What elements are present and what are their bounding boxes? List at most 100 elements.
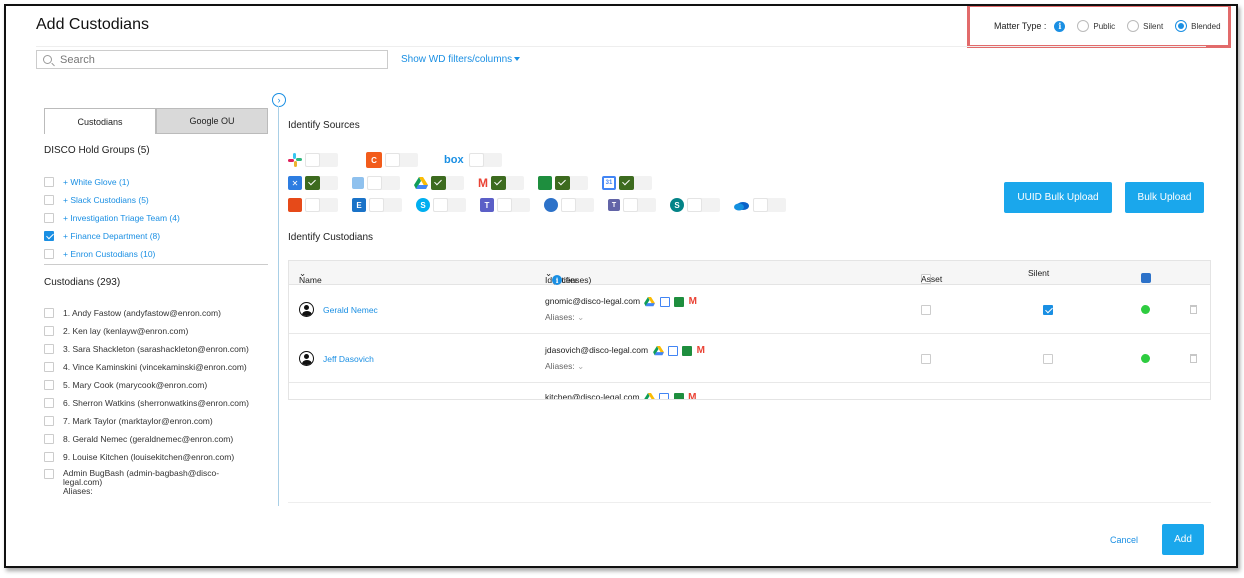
checkbox[interactable] xyxy=(44,177,54,187)
source-toggle-on[interactable] xyxy=(491,176,524,190)
list-item[interactable]: 1. Andy Fastow (andyfastow@enron.com) xyxy=(44,304,249,322)
show-filters-link[interactable]: Show WD filters/columns xyxy=(401,54,521,65)
hold-group-label[interactable]: + White Glove (1) xyxy=(63,177,129,187)
checkbox[interactable] xyxy=(44,326,54,336)
add-button[interactable]: Add xyxy=(1162,524,1204,555)
source-teams[interactable]: T xyxy=(480,198,530,212)
checkbox[interactable] xyxy=(44,380,54,390)
checkbox[interactable] xyxy=(44,195,54,205)
uuid-bulk-upload-button[interactable]: UUID Bulk Upload xyxy=(1004,182,1112,213)
radio-silent[interactable] xyxy=(1127,20,1140,32)
source-gmail[interactable]: M xyxy=(478,176,524,190)
source-toggle[interactable] xyxy=(369,198,402,212)
checkbox[interactable] xyxy=(44,249,54,259)
hold-group-label[interactable]: + Enron Custodians (10) xyxy=(63,249,155,259)
list-item[interactable]: 9. Louise Kitchen (louisekitchen@enron.c… xyxy=(44,448,249,466)
list-item[interactable]: 7. Mark Taylor (marktaylor@enron.com) xyxy=(44,412,249,430)
tab-google-ou[interactable]: Google OU xyxy=(156,108,268,134)
list-item[interactable]: 6. Sherron Watkins (sherronwatkins@enron… xyxy=(44,394,249,412)
source-onedrive[interactable] xyxy=(734,198,786,212)
checkbox[interactable] xyxy=(44,469,54,479)
trash-icon[interactable] xyxy=(1190,305,1197,314)
tab-custodians[interactable]: Custodians xyxy=(44,108,156,134)
checkbox[interactable] xyxy=(44,452,54,462)
checkbox-checked[interactable] xyxy=(44,231,54,241)
checkbox[interactable] xyxy=(44,416,54,426)
col-identifier-header[interactable]: Identifier ⌄ (Licenses) i xyxy=(545,268,591,285)
source-teams-alt[interactable]: T xyxy=(608,198,656,212)
aliases-dropdown[interactable]: Aliases: ⌄ xyxy=(545,361,705,372)
cancel-button[interactable]: Cancel xyxy=(1110,535,1138,545)
source-toggle[interactable] xyxy=(497,198,530,212)
source-sharepoint[interactable]: S xyxy=(670,198,720,212)
hold-group-label[interactable]: + Finance Department (8) xyxy=(63,231,160,241)
source-office[interactable] xyxy=(288,198,338,212)
source-toggle[interactable] xyxy=(623,198,656,212)
radio-public[interactable] xyxy=(1077,20,1090,32)
bulk-upload-button[interactable]: Bulk Upload xyxy=(1125,182,1204,213)
list-item[interactable]: + Slack Custodians (5) xyxy=(44,191,180,209)
table-row[interactable]: kitchen@disco-legal.com M xyxy=(289,384,1210,399)
google-drive-icon xyxy=(414,176,428,189)
source-toggle[interactable] xyxy=(469,153,502,167)
source-toggle[interactable] xyxy=(433,198,466,212)
table-row[interactable]: Jeff Dasovich jdasovich@disco-legal.com … xyxy=(289,335,1210,383)
list-item[interactable]: 2. Ken lay (kenlayw@enron.com) xyxy=(44,322,249,340)
col-name-header[interactable]: Name ⌄ xyxy=(299,268,322,285)
checkbox[interactable] xyxy=(44,398,54,408)
trash-icon[interactable] xyxy=(1190,354,1197,363)
source-google-drive[interactable] xyxy=(414,176,464,190)
list-item[interactable]: Admin BugBash (admin-bagbash@disco-legal… xyxy=(44,469,249,487)
source-toggle[interactable] xyxy=(367,176,400,190)
source-toggle[interactable] xyxy=(305,153,338,167)
checkbox[interactable] xyxy=(44,362,54,372)
source-toggle[interactable] xyxy=(753,198,786,212)
asset-checkbox[interactable] xyxy=(921,353,931,364)
source-exchange[interactable]: E xyxy=(352,198,402,212)
list-item[interactable]: + Finance Department (8) xyxy=(44,227,180,245)
info-icon[interactable]: i xyxy=(1054,20,1066,32)
source-toggle-on[interactable] xyxy=(305,176,338,190)
aliases-dropdown[interactable]: Aliases: ⌄ xyxy=(545,312,697,323)
source-yammer[interactable] xyxy=(544,198,594,212)
search-box[interactable] xyxy=(36,50,388,69)
list-item[interactable]: 5. Mary Cook (marycook@enron.com) xyxy=(44,376,249,394)
source-slack[interactable] xyxy=(288,153,338,167)
custodian-name-link[interactable]: Gerald Nemec xyxy=(323,305,378,315)
list-item[interactable]: 8. Gerald Nemec (geraldnemec@enron.com) xyxy=(44,430,249,448)
checkbox[interactable] xyxy=(44,308,54,318)
source-google-calendar[interactable]: 31 xyxy=(602,176,652,190)
source-toggle[interactable] xyxy=(385,153,418,167)
silent-checkbox[interactable] xyxy=(1043,304,1054,315)
source-toggle-on[interactable] xyxy=(431,176,464,190)
source-toggle-on[interactable] xyxy=(619,176,652,190)
hold-group-label[interactable]: + Investigation Triage Team (4) xyxy=(63,213,180,223)
list-item[interactable]: + White Glove (1) xyxy=(44,173,180,191)
list-item[interactable]: 3. Sara Shackleton (sarashackleton@enron… xyxy=(44,340,249,358)
checkbox[interactable] xyxy=(44,434,54,444)
list-item[interactable]: + Enron Custodians (10) xyxy=(44,245,180,263)
checkbox[interactable] xyxy=(44,213,54,223)
silent-checkbox[interactable] xyxy=(1043,353,1054,364)
source-jira[interactable]: ✕ xyxy=(288,176,338,190)
source-toggle-on[interactable] xyxy=(555,176,588,190)
asset-checkbox[interactable] xyxy=(921,304,931,315)
source-chat[interactable] xyxy=(352,176,400,190)
source-toggle[interactable] xyxy=(687,198,720,212)
collapse-panel-button[interactable]: › xyxy=(272,93,286,107)
source-skype[interactable]: S xyxy=(416,198,466,212)
source-toggle[interactable] xyxy=(305,198,338,212)
source-toggle[interactable] xyxy=(561,198,594,212)
source-box[interactable]: box xyxy=(444,153,502,167)
hold-group-label[interactable]: + Slack Custodians (5) xyxy=(63,195,149,205)
table-row[interactable]: Gerald Nemec gnomic@disco-legal.com M Al… xyxy=(289,286,1210,334)
source-clickup[interactable]: C xyxy=(366,152,418,168)
custodian-name-link[interactable]: Jeff Dasovich xyxy=(323,354,374,364)
search-input[interactable] xyxy=(60,53,360,66)
list-item[interactable]: 4. Vince Kaminskini (vincekaminski@enron… xyxy=(44,358,249,376)
matter-type-selector: Matter Type : i Public Silent Blended xyxy=(967,6,1231,48)
radio-blended[interactable] xyxy=(1175,20,1188,32)
source-google-chat[interactable] xyxy=(538,176,588,190)
checkbox[interactable] xyxy=(44,344,54,354)
list-item[interactable]: + Investigation Triage Team (4) xyxy=(44,209,180,227)
